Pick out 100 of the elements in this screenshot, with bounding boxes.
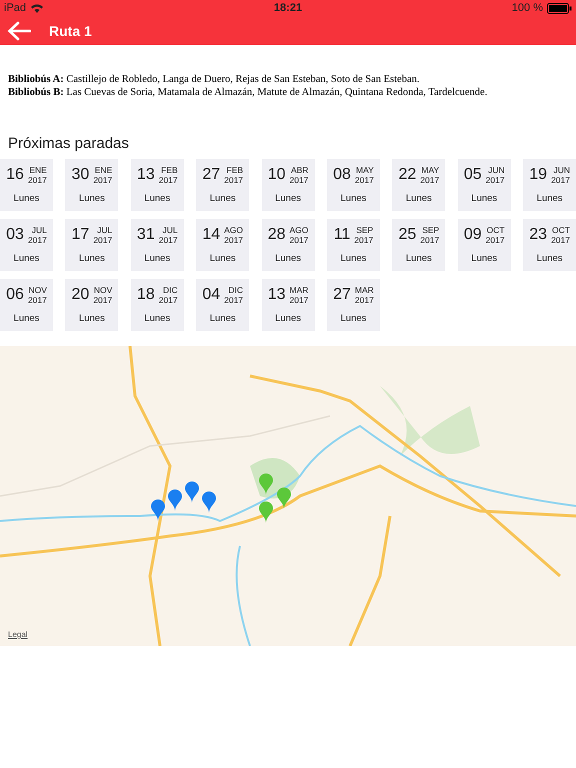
route-description: Bibliobús B: Las Cuevas de Soria, Matamala de Almazán, Matute de Almazán, Quintana Redonda, Tardelcuende. (8, 86, 488, 99)
day-number: 23 (529, 226, 548, 244)
map-pin-icon[interactable] (201, 491, 217, 513)
month-label: ENE (94, 165, 112, 175)
map-pin-icon[interactable] (258, 501, 274, 523)
weekday-label: Lunes (210, 193, 236, 204)
day-number: 18 (136, 286, 155, 304)
weekday-label: Lunes (144, 193, 170, 204)
weekday-label: Lunes (275, 193, 301, 204)
day-number: 25 (398, 226, 416, 244)
battery-icon (547, 2, 572, 14)
month-label: DIC (163, 285, 178, 295)
month-label: JUN (553, 165, 570, 175)
year-label: 2017 (93, 295, 112, 305)
day-number: 06 (6, 286, 24, 304)
day-number: 11 (334, 226, 350, 244)
weekday-label: Lunes (536, 253, 563, 264)
weekday-label: Lunes (471, 253, 498, 264)
weekday-label: Lunes (78, 313, 105, 324)
route-description: Bibliobús A: Castillejo de Robledo, Langa de Duero, Rejas de San Esteban, Soto de San Esteban. (8, 73, 421, 86)
page-title: Ruta 1 (49, 22, 92, 38)
weekday-label: Lunes (14, 193, 40, 204)
carrier-label: iPad (4, 2, 26, 14)
map-pin-icon[interactable] (184, 481, 200, 503)
weekday-label: Lunes (210, 313, 236, 324)
month-label: SEP (422, 225, 440, 235)
weekday-label: Lunes (78, 253, 105, 264)
weekday-label: Lunes (536, 193, 563, 204)
month-label: JUL (32, 225, 47, 235)
month-label: ABR (290, 165, 308, 175)
map-pin-icon[interactable] (150, 499, 166, 521)
day-number: 19 (529, 166, 548, 184)
year-label: 2017 (420, 235, 440, 245)
day-number: 27 (202, 166, 220, 184)
month-label: FEB (161, 165, 178, 175)
weekday-label: Lunes (210, 253, 236, 264)
weekday-label: Lunes (14, 313, 40, 324)
year-label: 2017 (290, 235, 308, 245)
year-label: 2017 (551, 235, 570, 245)
back-arrow-icon[interactable] (7, 20, 31, 40)
day-number: 17 (72, 226, 90, 244)
day-number: 16 (6, 166, 24, 184)
year-label: 2017 (93, 235, 112, 245)
day-number: 10 (268, 166, 286, 184)
weekday-label: Lunes (340, 193, 366, 204)
legal-link[interactable]: Legal (8, 630, 28, 639)
weekday-label: Lunes (340, 253, 366, 264)
month-label: FEB (226, 165, 244, 175)
weekday-label: Lunes (275, 253, 301, 264)
year-label: 2017 (224, 295, 244, 305)
month-label: MAY (421, 165, 440, 175)
weekday-label: Lunes (275, 313, 301, 324)
weekday-label: Lunes (406, 193, 432, 204)
day-number: 30 (72, 166, 90, 184)
day-number: 13 (268, 286, 286, 304)
weekday-label: Lunes (471, 193, 498, 204)
day-number: 03 (6, 226, 24, 244)
year-label: 2017 (224, 175, 244, 185)
month-label: JUL (97, 225, 112, 235)
year-label: 2017 (354, 175, 374, 185)
month-label: NOV (94, 285, 112, 295)
year-label: 2017 (486, 175, 505, 185)
month-label: OCT (486, 225, 505, 235)
weekday-label: Lunes (78, 193, 105, 204)
day-number: 08 (333, 166, 351, 184)
map-pin-icon[interactable] (276, 487, 292, 509)
year-label: 2017 (420, 175, 440, 185)
section-heading: Próximas paradas (7, 134, 130, 154)
day-number: 04 (202, 286, 220, 304)
weekday-label: Lunes (144, 253, 170, 264)
year-label: 2017 (354, 235, 374, 245)
map-pin-icon[interactable] (167, 489, 183, 511)
wifi-icon (30, 3, 44, 13)
year-label: 2017 (158, 295, 178, 305)
status-time: 18:21 (274, 2, 302, 14)
year-label: 2017 (551, 175, 570, 185)
day-number: 20 (72, 286, 90, 304)
day-number: 13 (136, 166, 155, 184)
month-label: DIC (228, 285, 244, 295)
month-label: ENE (29, 165, 47, 175)
day-number: 05 (464, 166, 482, 184)
year-label: 2017 (28, 235, 47, 245)
month-label: JUL (162, 225, 178, 235)
day-number: 14 (202, 226, 220, 244)
year-label: 2017 (158, 235, 178, 245)
weekday-label: Lunes (144, 313, 170, 324)
year-label: 2017 (486, 235, 505, 245)
day-number: 22 (398, 166, 416, 184)
year-label: 2017 (28, 175, 47, 185)
year-label: 2017 (158, 175, 178, 185)
month-label: MAR (354, 285, 374, 295)
month-label: MAY (356, 165, 374, 175)
month-label: SEP (356, 225, 374, 235)
month-label: AGO (290, 225, 308, 235)
year-label: 2017 (224, 235, 244, 245)
year-label: 2017 (354, 295, 374, 305)
year-label: 2017 (290, 175, 308, 185)
day-number: 27 (333, 286, 351, 304)
year-label: 2017 (28, 295, 47, 305)
month-label: OCT (552, 225, 570, 235)
